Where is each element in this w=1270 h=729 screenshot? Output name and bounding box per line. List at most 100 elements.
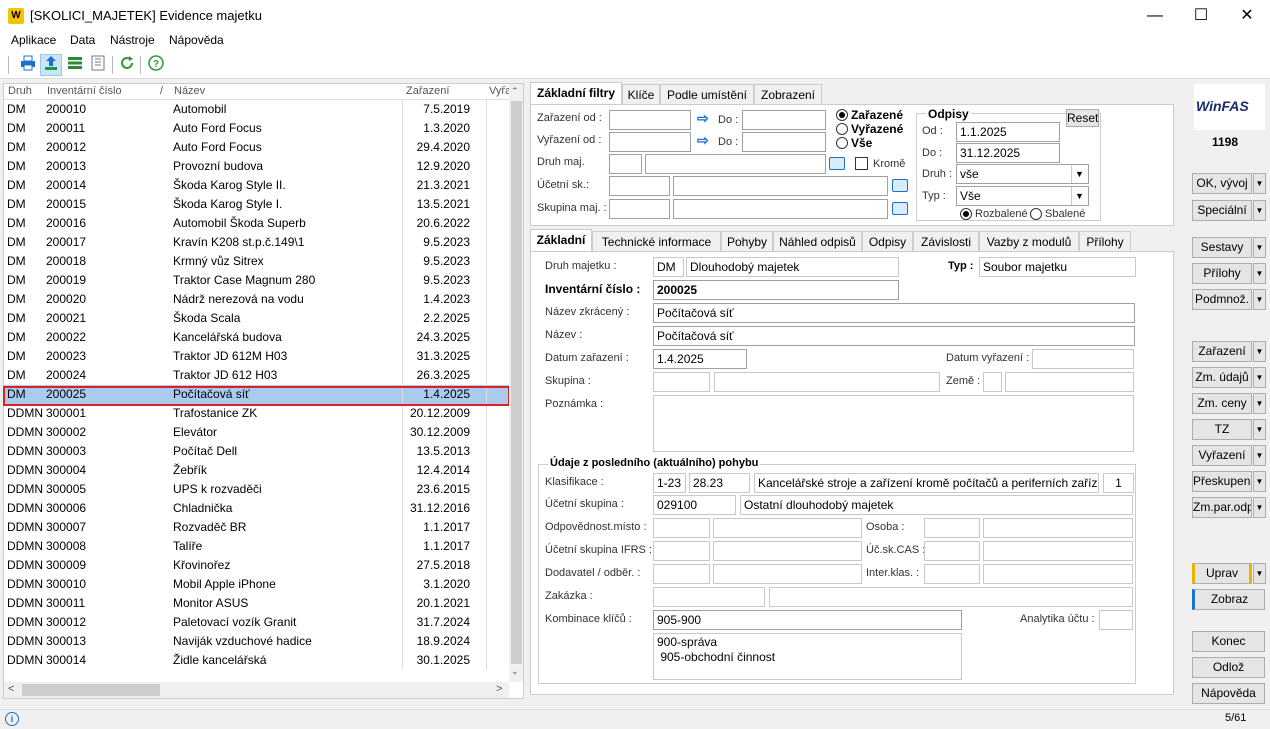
tab-nahled-odpisu[interactable]: Náhled odpisů	[773, 231, 862, 252]
odpovednost-misto-name[interactable]	[713, 518, 862, 538]
table-row[interactable]: DDMN 300001 Trafostanice ZK 20.12.2009	[4, 404, 509, 423]
skupina-maj-code-input[interactable]	[609, 199, 670, 219]
tab-pohyby[interactable]: Pohyby	[721, 231, 773, 252]
tab-odpisy[interactable]: Odpisy	[862, 231, 913, 252]
horizontal-scroll-thumb[interactable]	[22, 684, 160, 696]
druh-maj-code-input[interactable]	[609, 154, 642, 174]
table-row[interactable]: DM 200014 Škoda Karog Style II. 21.3.2021	[4, 176, 509, 195]
inventarni-cislo-input[interactable]: 200025	[653, 280, 899, 300]
datum-zarazeni-input[interactable]: 1.4.2025	[653, 349, 747, 369]
tab-prilohy[interactable]: Přílohy	[1079, 231, 1131, 252]
krome-checkbox[interactable]	[855, 157, 868, 170]
uprav-button[interactable]: Uprav	[1192, 563, 1252, 584]
zm-par-odp-button[interactable]: Zm.par.odp	[1192, 497, 1252, 518]
table-row[interactable]: DDMN 300008 Talíře 1.1.2017	[4, 537, 509, 556]
zm-ceny-button[interactable]: Zm. ceny	[1192, 393, 1252, 414]
tab-klice[interactable]: Klíče	[622, 84, 660, 105]
zm-udaju-button[interactable]: Zm. údajů	[1192, 367, 1252, 388]
chevron-down-icon[interactable]: ▼	[1071, 165, 1087, 183]
chevron-down-icon[interactable]: ▼	[1253, 367, 1266, 388]
cas-code[interactable]	[924, 541, 980, 561]
chevron-down-icon[interactable]: ▼	[1071, 187, 1087, 205]
chevron-down-icon[interactable]: ▼	[1253, 200, 1266, 221]
vyrazeni-button[interactable]: Vyřazení	[1192, 445, 1252, 466]
tab-technicke-informace[interactable]: Technické informace	[592, 231, 721, 252]
vertical-scroll-thumb[interactable]	[511, 101, 522, 664]
chevron-down-icon[interactable]: ▼	[1253, 341, 1266, 362]
export-icon[interactable]	[40, 54, 62, 76]
scroll-left-icon[interactable]: <	[8, 683, 14, 695]
chevron-down-icon[interactable]: ▼	[1253, 237, 1266, 258]
col-zarazeni[interactable]: Zařazení	[406, 85, 449, 97]
col-vyrazeni[interactable]: Vyřa	[489, 85, 511, 97]
konec-button[interactable]: Konec	[1192, 631, 1265, 652]
col-nazev[interactable]: Název	[174, 85, 205, 97]
osoba-name[interactable]	[983, 518, 1133, 538]
nazev-zkraceny-input[interactable]: Počítačová síť	[653, 303, 1135, 323]
zakazka-code[interactable]	[653, 587, 765, 607]
druh-majetku-code[interactable]: DM	[653, 257, 684, 277]
napoveda-button[interactable]: Nápověda	[1192, 683, 1265, 704]
inter-klas-code[interactable]	[924, 564, 980, 584]
folder-icon[interactable]	[892, 202, 908, 215]
zakazka-name[interactable]	[769, 587, 1133, 607]
ok-vyvoj-button[interactable]: OK, vývoj	[1192, 173, 1252, 194]
odloz-button[interactable]: Odlož	[1192, 657, 1265, 678]
chevron-down-icon[interactable]: ▼	[1253, 419, 1266, 440]
nazev-input[interactable]: Počítačová síť	[653, 326, 1135, 346]
poznamka-textarea[interactable]	[653, 395, 1134, 452]
table-row[interactable]: DDMN 300002 Elevátor 30.12.2009	[4, 423, 509, 442]
preskupeni-button[interactable]: Přeskupení	[1192, 471, 1252, 492]
table-row[interactable]: DDMN 300011 Monitor ASUS 20.1.2021	[4, 594, 509, 613]
klasifikace-number[interactable]: 1	[1103, 473, 1134, 493]
scroll-down-icon[interactable]: ⌄	[511, 666, 519, 677]
chevron-down-icon[interactable]: ▼	[1253, 289, 1266, 310]
print-icon[interactable]	[17, 54, 39, 76]
tab-podle-umisteni[interactable]: Podle umístění	[660, 84, 754, 105]
tab-zobrazeni[interactable]: Zobrazení	[754, 84, 822, 105]
refresh-icon[interactable]	[116, 54, 138, 76]
reset-button[interactable]: Reset	[1066, 109, 1099, 127]
help-icon[interactable]: ?	[145, 54, 167, 76]
radio-rozbalene[interactable]	[960, 208, 972, 220]
table-row[interactable]: DM 200016 Automobil Škoda Superb 20.6.2022	[4, 214, 509, 233]
ucetni-skupina-text[interactable]: Ostatní dlouhodobý majetek	[740, 495, 1133, 515]
klasifikace-code1[interactable]: 1-23	[653, 473, 686, 493]
table-row[interactable]: DDMN 300012 Paletovací vozík Granit 31.7.20…	[4, 613, 509, 632]
chevron-down-icon[interactable]: ▼	[1253, 393, 1266, 414]
specialni-button[interactable]: Speciální	[1192, 200, 1252, 221]
klasifikace-code2[interactable]: 28.23	[689, 473, 750, 493]
table-row[interactable]: DDMN 300014 Židle kancelářská 30.1.2025	[4, 651, 509, 670]
maximize-icon[interactable]: ☐	[1178, 0, 1224, 31]
columns-icon[interactable]	[87, 54, 109, 76]
zeme-name-input[interactable]	[1005, 372, 1134, 392]
folder-icon[interactable]	[829, 157, 845, 170]
radio-zarazene[interactable]	[836, 109, 848, 121]
chevron-down-icon[interactable]: ▼	[1253, 445, 1266, 466]
odpisy-od-input[interactable]: 1.1.2025	[956, 122, 1060, 142]
table-row[interactable]: DM 200021 Škoda Scala 2.2.2025	[4, 309, 509, 328]
odpovednost-misto-code[interactable]	[653, 518, 710, 538]
skupina-maj-name-input[interactable]	[673, 199, 888, 219]
table-row[interactable]: DM 200019 Traktor Case Magnum 280 9.5.2023	[4, 271, 509, 290]
zeme-code-input[interactable]	[983, 372, 1002, 392]
zarazeni-button[interactable]: Zařazení	[1192, 341, 1252, 362]
close-icon[interactable]: ✕	[1224, 0, 1270, 31]
ifrs-name[interactable]	[713, 541, 862, 561]
table-row[interactable]: DM 200024 Traktor JD 612 H03 26.3.2025	[4, 366, 509, 385]
datum-vyrazeni-input[interactable]	[1032, 349, 1134, 369]
table-row[interactable]: DM 200012 Auto Ford Focus 29.4.2020	[4, 138, 509, 157]
chevron-down-icon[interactable]: ▼	[1253, 173, 1266, 194]
table-row[interactable]: DDMN 300009 Křovinořez 27.5.2018	[4, 556, 509, 575]
odpisy-druh-select[interactable]: vše	[956, 164, 1089, 184]
table-row[interactable]: DDMN 300007 Rozvaděč BR 1.1.2017	[4, 518, 509, 537]
ifrs-code[interactable]	[653, 541, 710, 561]
cas-name[interactable]	[983, 541, 1133, 561]
table-row[interactable]: DM 200023 Traktor JD 612M H03 31.3.2025	[4, 347, 509, 366]
table-row[interactable]: DDMN 300005 UPS k rozvaděči 23.6.2015	[4, 480, 509, 499]
skupina-name-input[interactable]	[714, 372, 940, 392]
radio-vyrazene[interactable]	[836, 123, 848, 135]
minimize-icon[interactable]: —	[1132, 0, 1178, 31]
klasifikace-text[interactable]: Kancelářské stroje a zařízení kromě počí…	[754, 473, 1099, 493]
sestavy-button[interactable]: Sestavy	[1192, 237, 1252, 258]
